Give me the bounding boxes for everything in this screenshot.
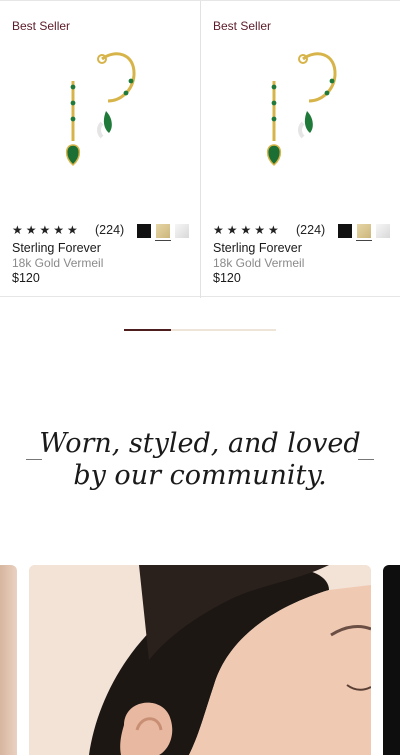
- portrait-image: [29, 565, 371, 755]
- swatch-gold[interactable]: [156, 224, 170, 238]
- rating-count: (224): [95, 223, 125, 237]
- community-heading: Worn, styled, and loved by our community…: [0, 428, 400, 492]
- rating-stars: ★★★★★: [12, 223, 81, 237]
- best-seller-badge: Best Seller: [213, 19, 272, 33]
- carousel-progress[interactable]: [124, 329, 276, 331]
- product-material: 18k Gold Vermeil: [213, 256, 305, 270]
- best-seller-badge: Best Seller: [12, 19, 71, 33]
- swatch-silver[interactable]: [376, 224, 390, 238]
- rating-stars: ★★★★★: [213, 223, 282, 237]
- earring-product-image[interactable]: [241, 41, 361, 181]
- swatch-selected-underline: [155, 240, 171, 241]
- swatch-black[interactable]: [338, 224, 352, 238]
- community-photo[interactable]: [29, 565, 371, 755]
- earring-product-image[interactable]: [40, 41, 160, 181]
- product-material: 18k Gold Vermeil: [12, 256, 104, 270]
- swatch-gold[interactable]: [357, 224, 371, 238]
- product-price: $120: [213, 271, 241, 285]
- community-photo-prev[interactable]: [0, 565, 17, 755]
- product-grid: Best Seller ★★★★★ (224) Sterling Forever…: [0, 0, 400, 298]
- community-photo-next[interactable]: [383, 565, 400, 755]
- carousel-progress-fill: [124, 329, 172, 331]
- community-heading-line-1: Worn, styled, and loved: [39, 428, 361, 459]
- swatch-selected-underline: [356, 240, 372, 241]
- community-heading-line-2: by our community.: [73, 460, 327, 491]
- product-card[interactable]: Best Seller ★★★★★ (224) Sterling Forever…: [200, 1, 400, 298]
- swatch-black[interactable]: [137, 224, 151, 238]
- rating-count: (224): [296, 223, 326, 237]
- product-card[interactable]: Best Seller ★★★★★ (224) Sterling Forever…: [0, 1, 200, 298]
- product-name[interactable]: Sterling Forever: [12, 241, 101, 255]
- product-name[interactable]: Sterling Forever: [213, 241, 302, 255]
- swatch-silver[interactable]: [175, 224, 189, 238]
- product-price: $120: [12, 271, 40, 285]
